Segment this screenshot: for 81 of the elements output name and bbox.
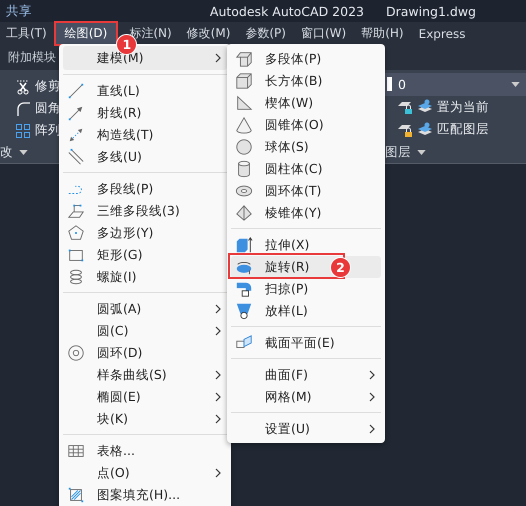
- menu-bar-item[interactable]: 窗口(W): [298, 22, 350, 45]
- share-label[interactable]: 共享: [6, 2, 32, 20]
- extrude-icon: [235, 236, 253, 254]
- menu-item[interactable]: 圆环体(T): [231, 180, 381, 202]
- menu-item[interactable]: 圆柱体(C): [231, 158, 381, 180]
- menu-item[interactable]: 椭圆(E): [63, 386, 227, 408]
- panel-title[interactable]: 改: [0, 144, 13, 161]
- concentric-circles-icon: [67, 344, 85, 362]
- ribbon-tab[interactable]: 附加模块: [8, 49, 56, 66]
- caret-icon[interactable]: [511, 82, 520, 87]
- loft-icon: [235, 302, 253, 320]
- menu-item[interactable]: 表格...: [63, 440, 227, 462]
- menu-item[interactable]: 直线(L): [63, 80, 227, 102]
- tool-label[interactable]: 匹配图层: [437, 121, 489, 138]
- pyramid-icon: [235, 204, 253, 222]
- box-icon: [235, 72, 253, 90]
- line-icon: [67, 82, 85, 100]
- menu-item[interactable]: 圆(C): [63, 320, 227, 342]
- pentagon-icon: [67, 224, 85, 242]
- cone-icon: [235, 116, 253, 134]
- lock-icon[interactable]: [397, 99, 413, 116]
- file-name: Drawing1.dwg: [386, 4, 476, 18]
- scissors-icon[interactable]: [15, 78, 31, 95]
- hatch-icon: [67, 486, 85, 504]
- spring-icon: [67, 268, 85, 286]
- menu-item[interactable]: 曲面(F): [231, 364, 381, 386]
- table-icon: [67, 442, 85, 460]
- wall-icon: [235, 50, 253, 68]
- menu-item[interactable]: 球体(S): [231, 136, 381, 158]
- menu-item[interactable]: 圆环(D): [63, 342, 227, 364]
- arrow-line-icon: [67, 104, 85, 122]
- menu-bar-item[interactable]: 帮助(H): [358, 22, 407, 45]
- menu-item[interactable]: 圆锥体(O): [231, 114, 381, 136]
- cylinder-icon: [235, 160, 253, 178]
- menu-item[interactable]: 长方体(B): [231, 70, 381, 92]
- grid-icon[interactable]: [15, 122, 31, 139]
- menu-bar-item[interactable]: 工具(T): [0, 22, 50, 45]
- skewed-polyline-icon: [67, 202, 85, 220]
- menu-item[interactable]: 多段体(P): [231, 48, 381, 70]
- parallel-lines-icon: [67, 148, 85, 166]
- menu-item[interactable]: 多边形(Y): [63, 222, 227, 244]
- wedge-icon: [235, 94, 253, 112]
- menu-item[interactable]: 多段线(P): [63, 178, 227, 200]
- tool-label[interactable]: 置为当前: [437, 98, 489, 116]
- menu-item[interactable]: 网格(M): [231, 386, 381, 408]
- menu-item[interactable]: 点(O): [63, 462, 227, 484]
- tool-label[interactable]: 圆角: [35, 100, 61, 118]
- menu-item[interactable]: 扫掠(P): [231, 278, 381, 300]
- menu-item[interactable]: 图案填充(H)...: [63, 484, 227, 506]
- sphere-icon: [235, 138, 253, 156]
- caret-icon[interactable]: [19, 150, 28, 155]
- menu-bar-item[interactable]: 参数(P): [242, 22, 289, 45]
- menu-bar-item[interactable]: 修改(M): [184, 22, 234, 45]
- corner-arc-icon[interactable]: [15, 100, 31, 117]
- menu-item[interactable]: 设置(U): [231, 418, 381, 440]
- menu-item[interactable]: 旋转(R) 2: [231, 256, 381, 278]
- layers-icon[interactable]: [417, 122, 433, 138]
- menu-item[interactable]: 截面平面(E): [231, 332, 381, 354]
- menu-item[interactable]: 块(K): [63, 408, 227, 430]
- menu-item[interactable]: 矩形(G): [63, 244, 227, 266]
- layer-dropdown[interactable]: 0: [385, 73, 526, 96]
- tool-label[interactable]: 修剪: [35, 78, 61, 96]
- menu-item[interactable]: 楔体(W): [231, 92, 381, 114]
- menu-item[interactable]: 构造线(T): [63, 124, 227, 146]
- menu-item[interactable]: 螺旋(I): [63, 266, 227, 288]
- menu-item[interactable]: 棱锥体(Y): [231, 202, 381, 224]
- menu-item[interactable]: 多线(U): [63, 146, 227, 168]
- caret-icon[interactable]: [417, 150, 426, 155]
- menu-item[interactable]: 样条曲线(S): [63, 364, 227, 386]
- window-title: Autodesk AutoCAD 2023: [210, 4, 364, 18]
- menu-item[interactable]: 拉伸(X): [231, 234, 381, 256]
- menu-item[interactable]: 圆弧(A): [63, 298, 227, 320]
- double-arrow-icon: [67, 126, 85, 144]
- menu-item[interactable]: 三维多段线(3): [63, 200, 227, 222]
- menu-bar-item[interactable]: 绘图(D): [54, 22, 118, 45]
- sweep-icon: [235, 280, 253, 298]
- menu-bar-item[interactable]: Express: [416, 22, 468, 45]
- menu-item[interactable]: 射线(R): [63, 102, 227, 124]
- panel-title[interactable]: 图层: [385, 144, 411, 161]
- menu-item[interactable]: 放样(L): [231, 300, 381, 322]
- step-badge: 2: [330, 256, 351, 278]
